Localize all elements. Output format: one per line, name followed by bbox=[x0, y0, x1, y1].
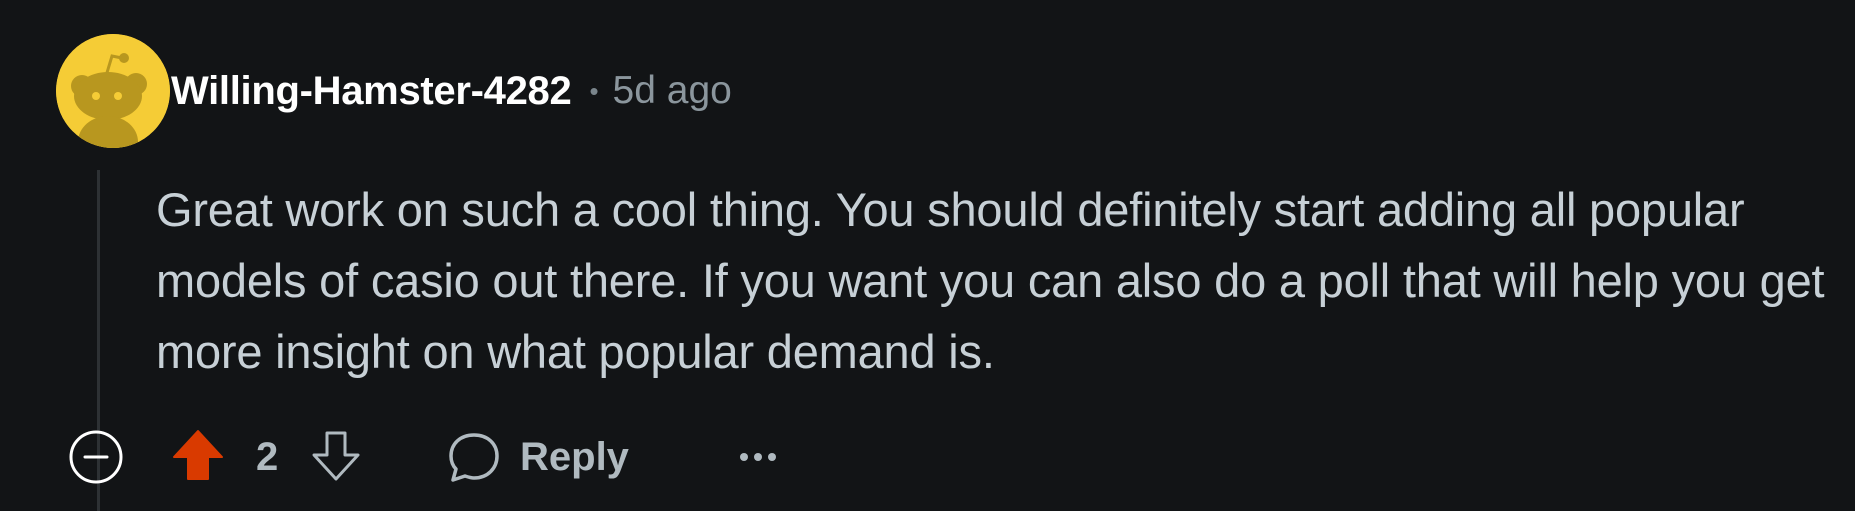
speech-bubble-icon bbox=[449, 433, 499, 482]
meta-separator: • bbox=[589, 75, 599, 106]
avatar[interactable] bbox=[56, 34, 170, 148]
downvote-arrow-icon bbox=[312, 431, 360, 481]
timestamp[interactable]: 5d ago bbox=[613, 69, 732, 113]
reply-button[interactable]: Reply bbox=[446, 427, 629, 487]
upvote-button[interactable] bbox=[170, 427, 226, 483]
comment-actions: 2 Reply bbox=[68, 427, 776, 487]
snoo-avatar-icon bbox=[56, 34, 170, 148]
comment: Willing-Hamster-4282 • 5d ago Great work… bbox=[0, 0, 1855, 511]
collapse-button[interactable] bbox=[68, 429, 124, 485]
comment-body: Great work on such a cool thing. You sho… bbox=[156, 183, 1825, 378]
comment-header: Willing-Hamster-4282 • 5d ago bbox=[56, 34, 732, 148]
collapse-minus-icon bbox=[69, 430, 123, 484]
downvote-button[interactable] bbox=[308, 427, 364, 483]
upvote-arrow-icon bbox=[173, 430, 223, 480]
reply-label: Reply bbox=[520, 434, 629, 479]
author-username[interactable]: Willing-Hamster-4282 bbox=[171, 69, 572, 114]
more-options-button[interactable] bbox=[728, 427, 788, 487]
ellipsis-icon bbox=[740, 453, 776, 461]
vote-score: 2 bbox=[256, 435, 279, 479]
